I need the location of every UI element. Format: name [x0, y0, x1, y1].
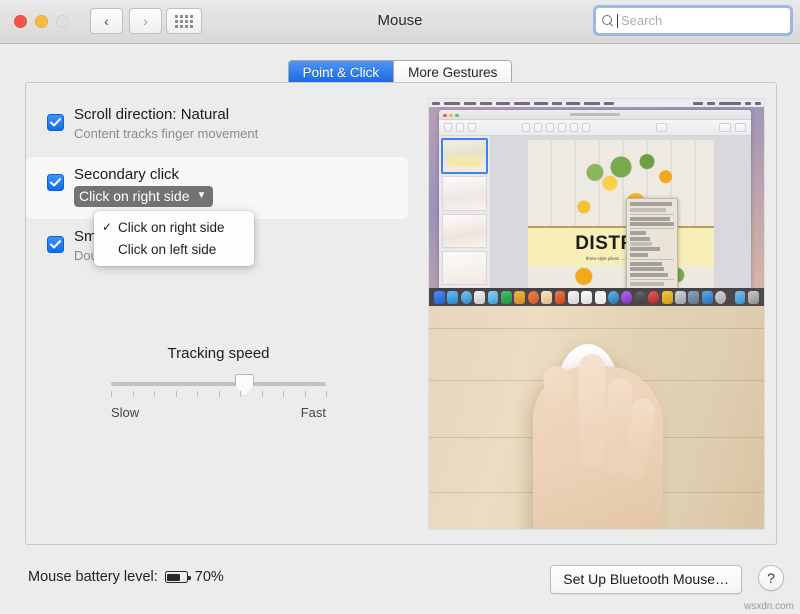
check-icon: ✓ — [102, 220, 113, 234]
mouse-preferences-window: ‹ › Mouse Search Point & Click More Gest… — [0, 0, 800, 614]
preview-pages-window: DISTRICT three-style photo ... for your … — [439, 110, 751, 288]
preview-hand-on-mouse — [429, 306, 764, 529]
preview-window-titlebar — [439, 110, 751, 120]
slider-ticks — [111, 391, 327, 399]
title-bar: ‹ › Mouse Search — [0, 0, 800, 44]
battery-label: Mouse battery level: — [28, 569, 158, 585]
search-placeholder: Search — [621, 13, 663, 28]
preview-window-body: DISTRICT three-style photo ... for your … — [439, 136, 751, 288]
battery-status: Mouse battery level: 70% — [28, 569, 224, 585]
battery-percent: 70% — [194, 569, 224, 585]
menu-item-label: Click on right side — [118, 219, 225, 235]
menu-item-click-left[interactable]: Click on left side — [94, 238, 254, 260]
preview-context-menu — [626, 198, 678, 288]
checkbox-scroll-direction[interactable] — [47, 114, 64, 131]
battery-icon — [164, 571, 191, 583]
options-list: Scroll direction: Natural Content tracks… — [26, 97, 416, 279]
battery-fill — [167, 573, 180, 581]
tracking-speed-control: Tracking speed Slow Fast — [111, 345, 327, 420]
secondary-click-popup-button[interactable]: Click on right side ▼ — [74, 186, 214, 207]
search-icon — [602, 14, 614, 27]
option-subtitle: Content tracks finger movement — [74, 126, 259, 141]
slider-end-labels: Slow Fast — [111, 405, 326, 420]
preview-page-thumbnails — [439, 136, 491, 288]
gesture-preview-frame: DISTRICT three-style photo ... for your … — [429, 99, 764, 529]
tracking-speed-slider[interactable] — [111, 374, 326, 396]
gesture-preview-video[interactable]: DISTRICT three-style photo ... for your … — [429, 99, 764, 529]
slider-max-label: Fast — [300, 405, 326, 420]
setup-bluetooth-mouse-button[interactable]: Set Up Bluetooth Mouse… — [550, 565, 742, 594]
slider-min-label: Slow — [111, 405, 140, 420]
preview-thumb-3 — [442, 213, 487, 248]
preview-document-subtitle: three-style photo ... for your kitchen — [585, 256, 657, 261]
preview-canvas: DISTRICT three-style photo ... for your … — [491, 136, 751, 288]
chevron-down-icon: ▼ — [196, 190, 207, 201]
popup-value: Click on right side — [79, 188, 190, 204]
checkmark-icon — [50, 118, 61, 127]
option-row-secondary-click[interactable]: Secondary click Click on right side ▼ — [26, 157, 416, 219]
finger-middle — [579, 354, 605, 466]
checkmark-icon — [50, 240, 61, 249]
option-title: Scroll direction: Natural — [74, 106, 230, 123]
preview-document-band: DISTRICT three-style photo ... for your … — [528, 226, 714, 266]
help-button[interactable]: ? — [758, 565, 784, 591]
preview-document-photo-lower — [528, 266, 714, 288]
checkmark-icon — [50, 178, 61, 187]
preview-thumb-1 — [441, 137, 488, 175]
text-caret — [617, 13, 618, 28]
preview-desktop-recording: DISTRICT three-style photo ... for your … — [429, 99, 764, 306]
menu-item-click-right[interactable]: ✓ Click on right side — [94, 216, 254, 238]
checkbox-secondary-click[interactable] — [47, 174, 64, 191]
preview-thumb-2 — [442, 176, 487, 211]
preview-document-page: DISTRICT three-style photo ... for your … — [528, 140, 714, 288]
option-labels: Scroll direction: Natural Content tracks… — [74, 105, 258, 143]
tracking-speed-label: Tracking speed — [167, 345, 270, 362]
preview-thumb-4 — [442, 250, 487, 285]
watermark: wsxdn.com — [743, 601, 794, 612]
option-labels: Secondary click Click on right side ▼ — [74, 165, 214, 207]
preview-document-title: DISTRICT — [575, 233, 667, 254]
preview-menu-bar — [429, 99, 764, 107]
secondary-click-dropdown-menu[interactable]: ✓ Click on right side Click on left side — [94, 211, 254, 266]
preview-dock — [429, 288, 764, 306]
checkbox-smart-zoom[interactable] — [47, 236, 64, 253]
menu-item-label: Click on left side — [118, 241, 217, 257]
option-title: Secondary click — [74, 166, 180, 183]
preferences-panel: Scroll direction: Natural Content tracks… — [25, 82, 777, 545]
preview-window-toolbar — [439, 120, 751, 136]
search-field-wrapper[interactable]: Search — [593, 5, 793, 36]
option-row-scroll-direction[interactable]: Scroll direction: Natural Content tracks… — [26, 97, 416, 157]
search-input[interactable]: Search — [595, 7, 791, 34]
